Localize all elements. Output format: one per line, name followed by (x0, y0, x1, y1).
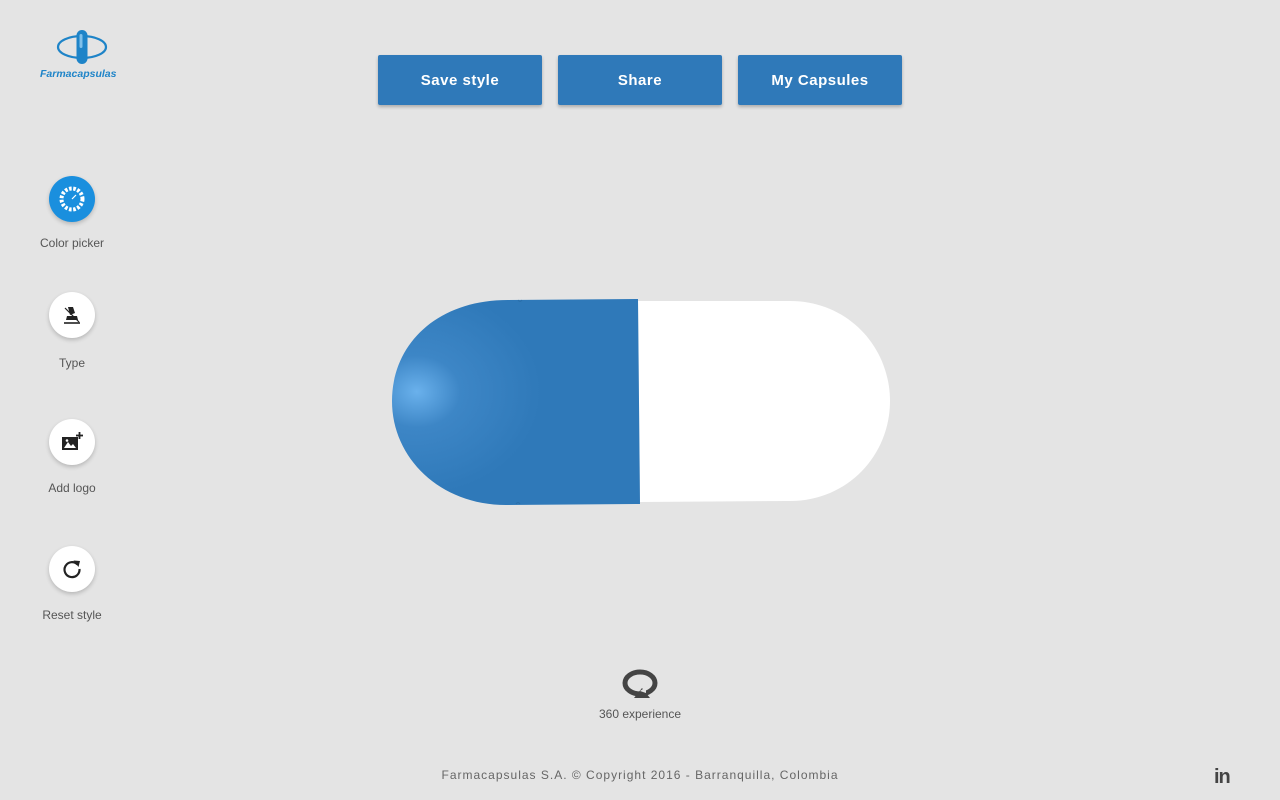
type-button[interactable] (49, 292, 95, 338)
reset-icon (63, 560, 81, 579)
save-style-button[interactable]: Save style (378, 55, 542, 105)
capsule-preview[interactable] (388, 295, 894, 509)
footer-copyright: Farmacapsulas S.A. © Copyright 2016 - Ba… (441, 768, 839, 782)
color-picker-button[interactable] (49, 176, 95, 222)
capsule-body (638, 301, 890, 502)
tool-label: Add logo (48, 481, 96, 495)
rotate-360-control[interactable]: 360 experience (580, 667, 700, 721)
brand-wordmark: Farmacapsulas (40, 68, 117, 80)
capsule-cap (392, 299, 640, 505)
linkedin-icon[interactable]: in (1214, 766, 1231, 789)
tool-label: Color picker (39, 236, 105, 250)
share-button[interactable]: Share (558, 55, 722, 105)
tool-reset-style: Reset style (0, 546, 144, 622)
tool-label: Reset style (42, 608, 102, 622)
color-wheel-icon (59, 186, 85, 212)
tool-type: Type (0, 292, 144, 370)
rotate-360-icon[interactable] (620, 667, 660, 699)
rotate-label: 360 experience (598, 707, 682, 721)
add-logo-button[interactable] (49, 419, 95, 465)
reset-style-button[interactable] (49, 546, 95, 592)
add-image-icon (62, 432, 83, 450)
tool-color-picker: Color picker (0, 176, 144, 250)
capsule-globe-icon (56, 30, 108, 64)
brand-logo[interactable]: Farmacapsulas (40, 30, 130, 82)
tool-add-logo: Add logo (0, 419, 144, 495)
my-capsules-button[interactable]: My Capsules (738, 55, 902, 105)
type-stamp-icon (64, 307, 80, 324)
tool-label: Type (58, 356, 85, 370)
